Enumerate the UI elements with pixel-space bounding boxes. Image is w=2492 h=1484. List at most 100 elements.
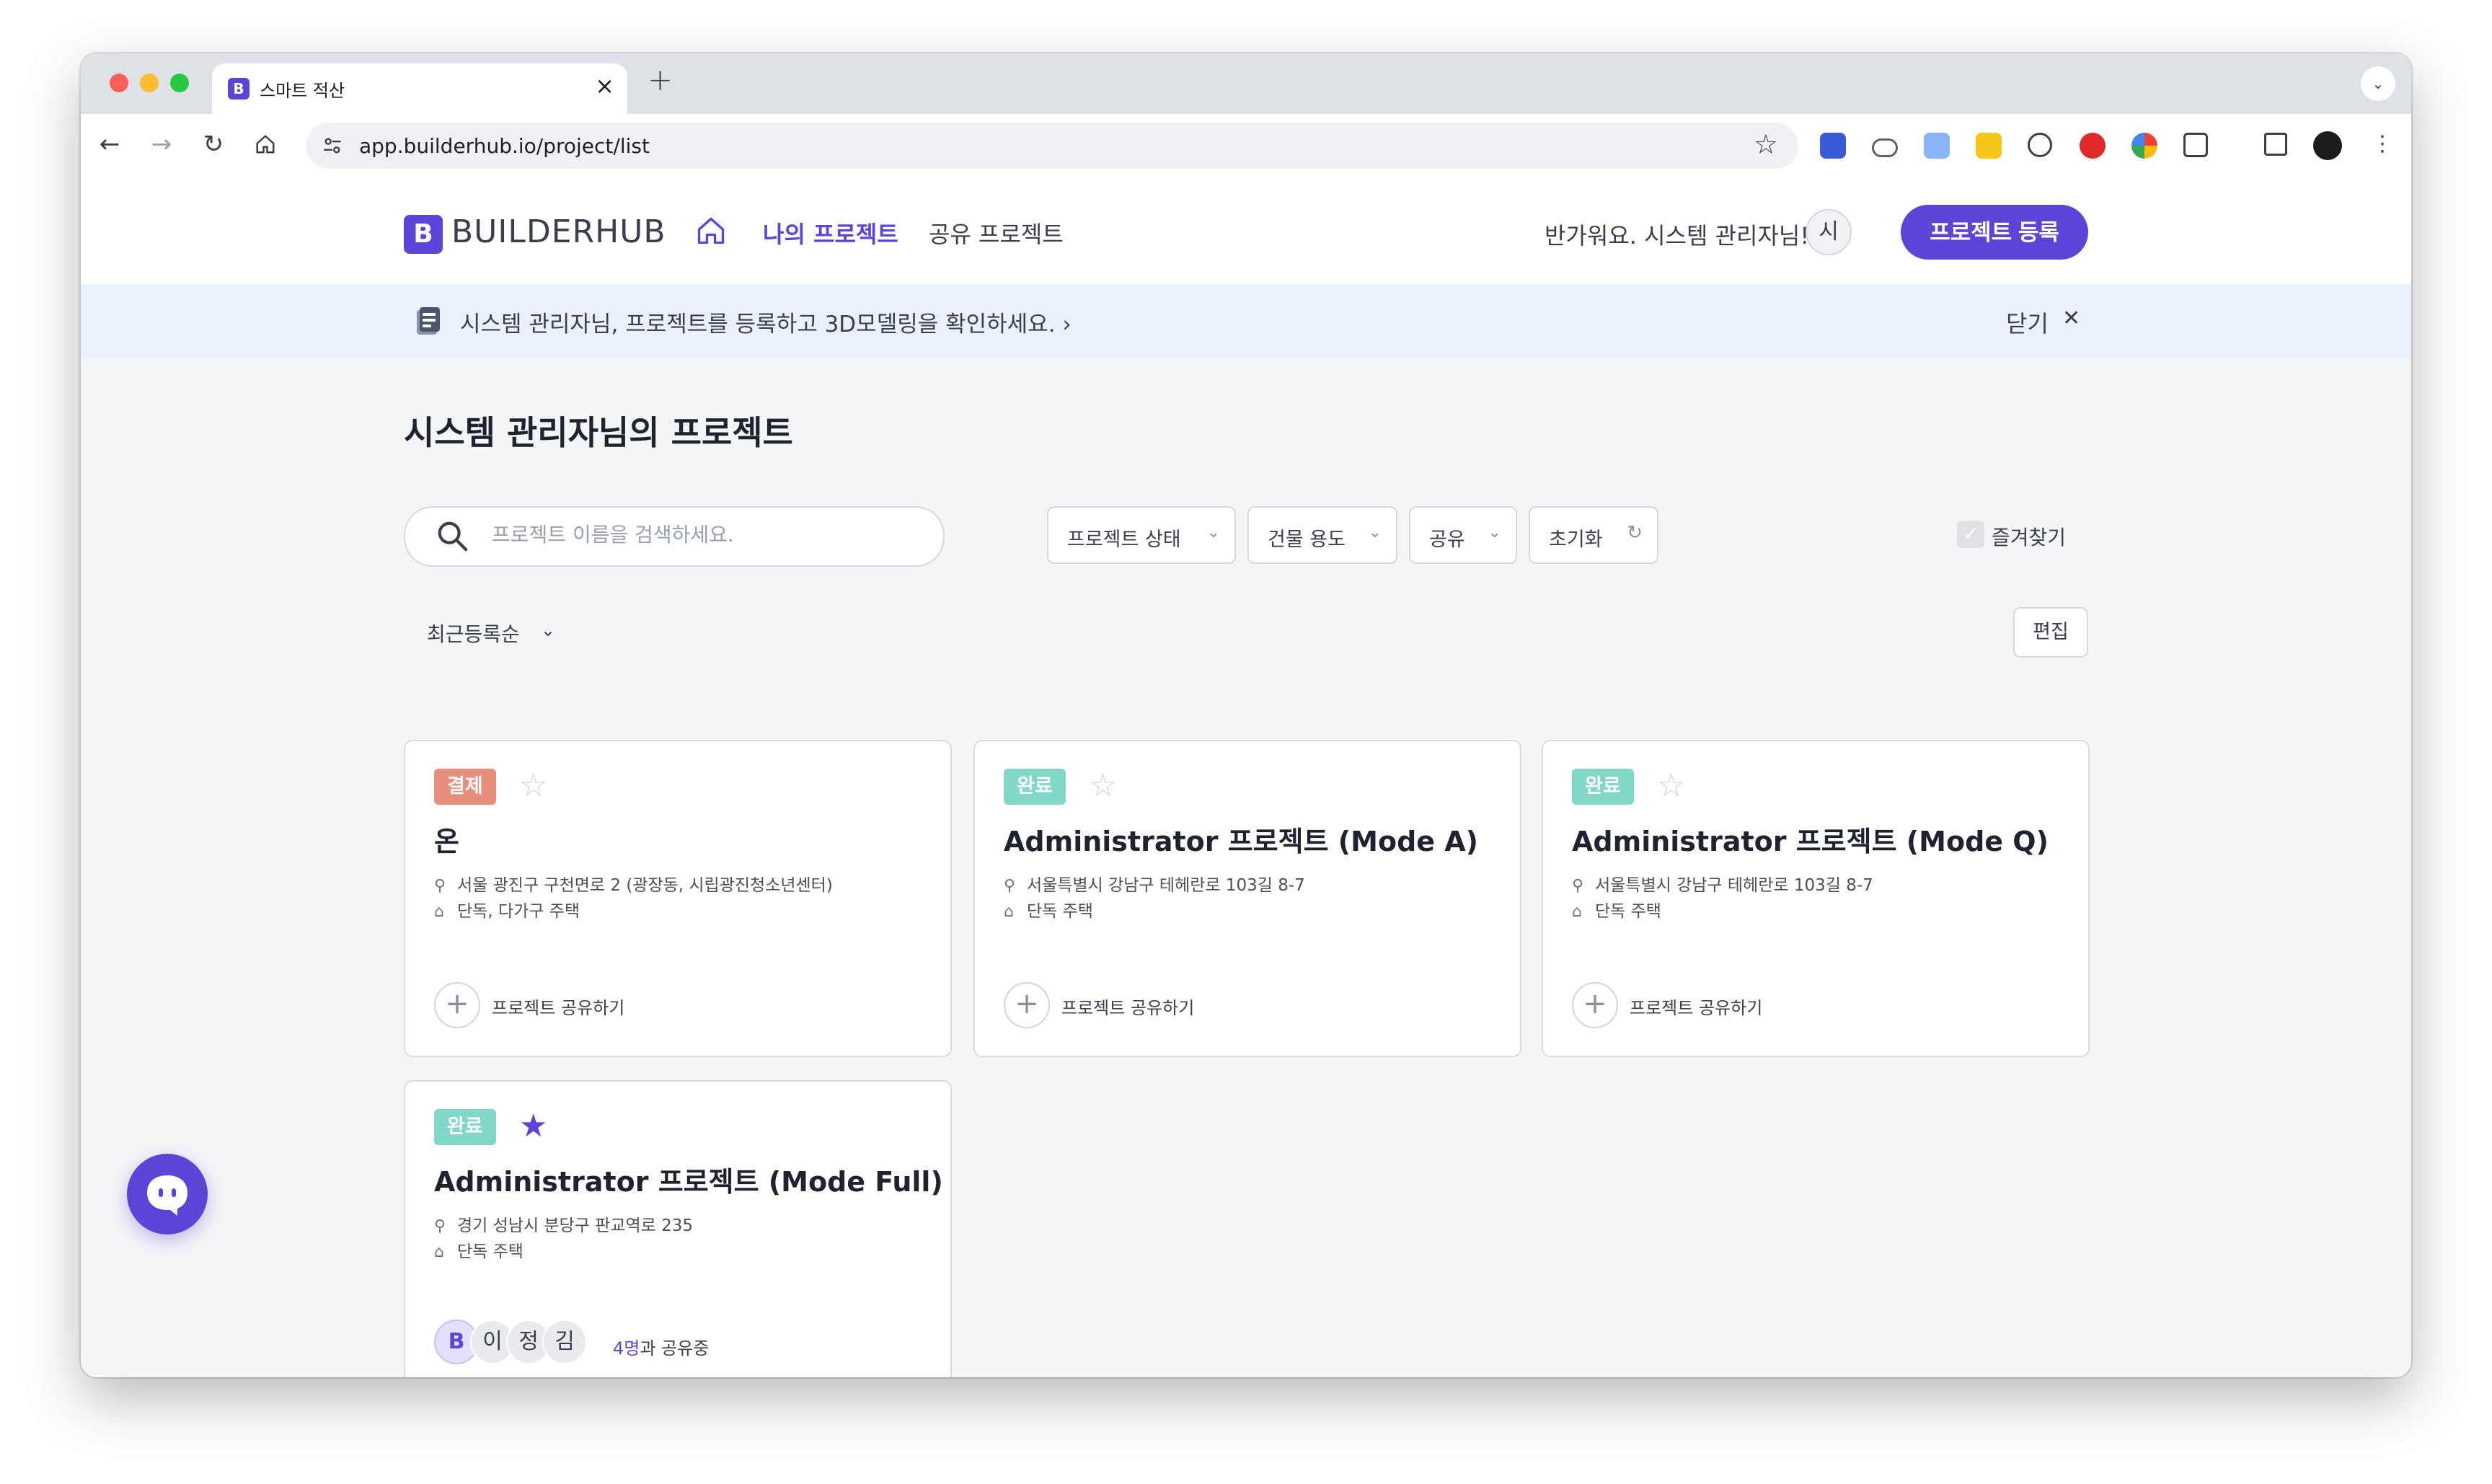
project-address: 서울특별시 강남구 테헤란로 103길 8-7	[1595, 876, 1873, 895]
location-pin-icon: ⚲	[434, 877, 446, 895]
building-icon: ⌂	[434, 903, 444, 921]
browser-menu-icon[interactable]: ⋮	[2362, 124, 2403, 164]
tab-search-button[interactable]: ⌄	[2361, 66, 2395, 101]
site-settings-icon[interactable]	[322, 136, 343, 156]
tab-title: 스마트 적산	[260, 81, 345, 101]
share-project-label[interactable]: 프로젝트 공유하기	[1061, 994, 1194, 1019]
project-title: Administrator 프로젝트 (Mode Q)	[1572, 826, 2049, 857]
edit-button[interactable]: 편집	[2013, 607, 2088, 658]
address-bar[interactable]: app.builderhub.io/project/list ☆	[306, 123, 1798, 169]
status-badge: 완료	[434, 1109, 496, 1145]
status-badge: 완료	[1572, 769, 1634, 805]
builderhub-logo-icon[interactable]: B	[404, 215, 443, 254]
favorite-star-icon[interactable]: ☆	[1089, 767, 1117, 804]
reset-filters-button[interactable]: 초기화 ↻	[1529, 506, 1658, 564]
chevron-down-icon: ⌄	[1488, 524, 1501, 542]
house-icon	[256, 135, 275, 154]
chevron-down-icon: ⌄	[1368, 524, 1382, 542]
project-card[interactable]: 완료 ★ Administrator 프로젝트 (Mode Full) ⚲ 경기 …	[404, 1080, 952, 1377]
share-project-label[interactable]: 프로젝트 공유하기	[1630, 994, 1762, 1019]
robot-extension-icon[interactable]	[2028, 133, 2052, 157]
filter-share[interactable]: 공유 ⌄	[1409, 506, 1517, 564]
reload-button[interactable]: ↻	[193, 124, 234, 164]
banner-link[interactable]: 시스템 관리자님, 프로젝트를 등록하고 3D모델링을 확인하세요. ›	[460, 306, 1072, 338]
member-avatar: 김	[542, 1320, 587, 1364]
browser-window: B 스마트 적산 × + ⌄ ← → ↻ app.builderhub.io/p…	[81, 53, 2411, 1377]
refresh-icon: ↻	[1627, 522, 1643, 544]
site-header: B BUILDERHUB 나의 프로젝트 공유 프로젝트 반가워요. 시스템 관…	[81, 177, 2411, 284]
chat-button[interactable]	[127, 1154, 208, 1235]
close-window-button[interactable]	[110, 74, 128, 92]
share-count-number: 4명	[613, 1338, 640, 1359]
chat-icon	[147, 1175, 187, 1216]
favorite-star-icon[interactable]: ☆	[519, 767, 547, 804]
project-title: Administrator 프로젝트 (Mode Full)	[434, 1166, 943, 1198]
filter-label: 초기화	[1549, 529, 1603, 551]
maximize-window-button[interactable]	[170, 74, 189, 92]
browser-toolbar: ← → ↻ app.builderhub.io/project/list ☆ ⋮	[81, 114, 2411, 179]
project-address: 서울특별시 강남구 테헤란로 103길 8-7	[1027, 876, 1305, 895]
favorites-checkbox[interactable]: ✓	[1957, 521, 1984, 548]
banner-close-button[interactable]: 닫기	[2006, 306, 2049, 339]
share-count-suffix: 과 공유중	[640, 1338, 710, 1359]
filter-building-use[interactable]: 건물 용도 ⌄	[1247, 506, 1397, 564]
project-card[interactable]: 완료 ☆ Administrator 프로젝트 (Mode Q) ⚲ 서울특별시 …	[1542, 740, 2090, 1057]
new-tab-button[interactable]: +	[648, 62, 673, 97]
share-count-text: 4명과 공유중	[613, 1334, 709, 1359]
user-avatar[interactable]: 시	[1806, 209, 1852, 255]
sort-dropdown[interactable]: 최근등록순	[427, 619, 520, 648]
bookmark-star-icon[interactable]: ☆	[1754, 128, 1778, 160]
browser-tab[interactable]: B 스마트 적산 ×	[212, 63, 627, 114]
building-type: 단독 주택	[457, 1242, 523, 1261]
search-box[interactable]	[404, 506, 945, 567]
home-button[interactable]	[245, 124, 286, 164]
close-icon[interactable]: ✕	[2062, 306, 2080, 331]
profile-avatar[interactable]	[2313, 131, 2342, 160]
building-type: 단독 주택	[1595, 902, 1661, 921]
location-pin-icon: ⚲	[1572, 877, 1584, 895]
info-banner: 시스템 관리자님, 프로젝트를 등록하고 3D모델링을 확인하세요. › 닫기 …	[81, 284, 2411, 359]
clipboard-extension-icon[interactable]	[1924, 133, 1950, 159]
nav-shared-projects[interactable]: 공유 프로젝트	[929, 216, 1064, 249]
project-card[interactable]: 완료 ☆ Administrator 프로젝트 (Mode A) ⚲ 서울특별시 …	[973, 740, 1521, 1057]
filter-project-status[interactable]: 프로젝트 상태 ⌄	[1047, 506, 1236, 564]
favorite-star-filled-icon[interactable]: ★	[519, 1108, 547, 1144]
share-project-label[interactable]: 프로젝트 공유하기	[492, 994, 624, 1019]
forward-button[interactable]: →	[141, 124, 182, 164]
chevron-down-icon[interactable]: ⌄	[541, 620, 555, 640]
favorite-star-icon[interactable]: ☆	[1657, 767, 1685, 804]
building-icon: ⌂	[1572, 903, 1582, 921]
cloud-extension-icon[interactable]	[1872, 138, 1898, 157]
page-title: 시스템 관리자님의 프로젝트	[404, 413, 793, 452]
favorites-label[interactable]: 즐겨찾기	[1992, 522, 2066, 551]
puzzle-extensions-icon[interactable]	[2183, 133, 2208, 157]
side-panel-icon[interactable]	[2264, 133, 2287, 156]
add-share-button[interactable]: +	[434, 982, 480, 1028]
location-pin-icon: ⚲	[1004, 877, 1016, 895]
page-content: B BUILDERHUB 나의 프로젝트 공유 프로젝트 반가워요. 시스템 관…	[81, 177, 2411, 1377]
home-nav-icon[interactable]	[695, 215, 727, 255]
back-button[interactable]: ←	[89, 124, 130, 164]
logo-text[interactable]: BUILDERHUB	[451, 213, 666, 250]
add-share-button[interactable]: +	[1004, 982, 1050, 1028]
nav-my-projects[interactable]: 나의 프로젝트	[763, 216, 898, 249]
chevron-down-icon: ⌄	[1206, 524, 1220, 542]
documents-icon	[417, 307, 440, 335]
note-extension-icon[interactable]	[1976, 133, 2002, 159]
opera-extension-icon[interactable]	[2080, 133, 2106, 159]
search-input[interactable]	[490, 522, 911, 547]
project-title: 온	[434, 826, 459, 857]
minimize-window-button[interactable]	[140, 74, 159, 92]
add-share-button[interactable]: +	[1572, 982, 1618, 1028]
project-card[interactable]: 결제 ☆ 온 ⚲ 서울 광진구 구천면로 2 (광장동, 시립광진청소년센터) ⌂…	[404, 740, 952, 1057]
status-badge: 완료	[1004, 769, 1066, 805]
register-project-button[interactable]: 프로젝트 등록	[1901, 205, 2088, 260]
building-icon: ⌂	[434, 1243, 444, 1261]
search-icon	[438, 521, 468, 552]
color-picker-extension-icon[interactable]	[2131, 133, 2157, 159]
filter-label: 건물 용도	[1268, 529, 1346, 551]
location-pin-icon: ⚲	[434, 1217, 446, 1235]
tab-close-icon[interactable]: ×	[595, 72, 614, 100]
building-type: 단독 주택	[1027, 902, 1093, 921]
extension-icon[interactable]	[1820, 133, 1846, 159]
